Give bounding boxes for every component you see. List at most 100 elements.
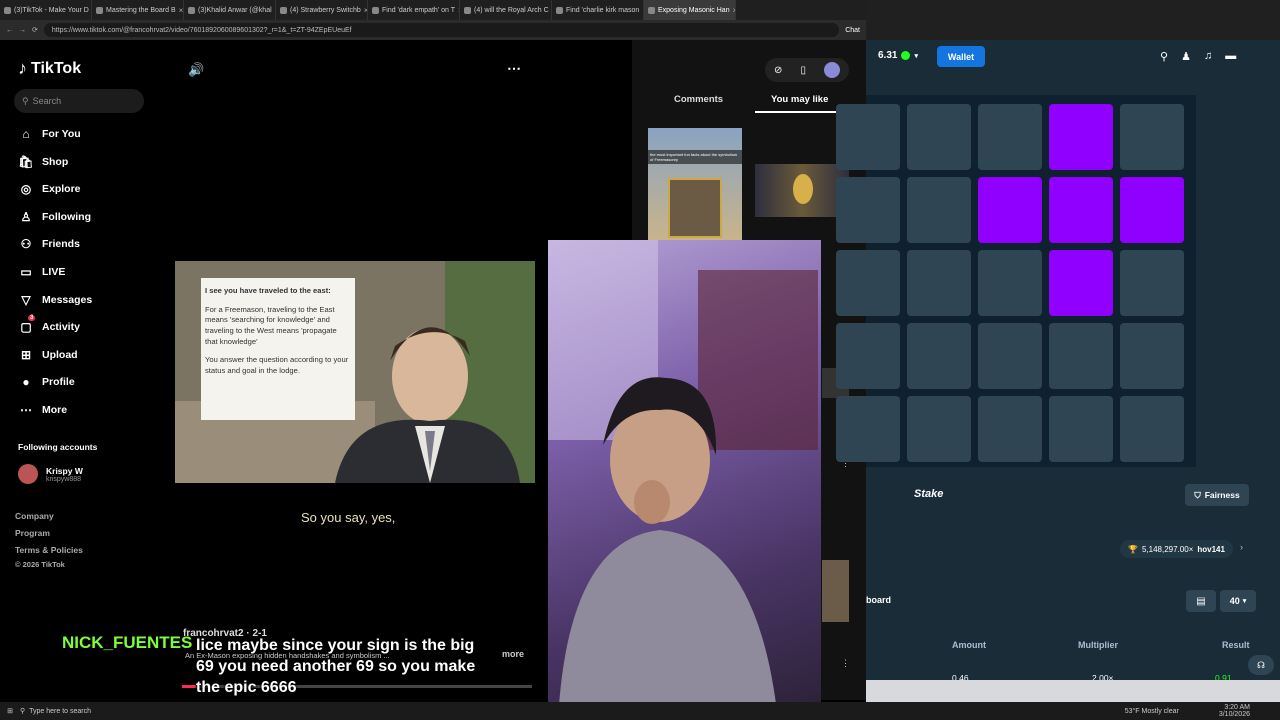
close-icon[interactable]: × bbox=[733, 6, 735, 15]
following-account-item[interactable]: Krispy W krispyw888 bbox=[18, 464, 83, 484]
sidebar-item-messages[interactable]: ▽ Messages bbox=[18, 293, 92, 307]
chat-username: NICK_FUENTES bbox=[62, 633, 193, 652]
mines-tile[interactable] bbox=[1120, 250, 1184, 316]
sidebar-item-shop[interactable]: 🛍 Shop bbox=[18, 155, 68, 169]
mines-tile[interactable] bbox=[1049, 323, 1113, 389]
clock[interactable]: 3:20 AM 3/10/2026 bbox=[1219, 704, 1250, 718]
mines-tile[interactable] bbox=[1049, 396, 1113, 462]
sidebar-item-activity[interactable]: ▢ 3 Activity bbox=[18, 315, 80, 335]
sidebar-item-label: LIVE bbox=[42, 266, 66, 278]
mines-tile[interactable] bbox=[907, 396, 971, 462]
clock-time: 3:20 AM bbox=[1224, 704, 1250, 711]
search-icon[interactable]: ⚲ bbox=[1160, 50, 1168, 63]
browser-tab[interactable]: Find 'dark empath' on T× bbox=[368, 0, 460, 20]
live-support-button[interactable]: ☊ bbox=[1248, 655, 1274, 675]
tab-label: Find 'dark empath' on T bbox=[382, 6, 455, 14]
forward-icon[interactable]: → bbox=[19, 27, 26, 34]
mines-tile[interactable] bbox=[1120, 177, 1184, 243]
mines-tile[interactable] bbox=[836, 396, 900, 462]
balance-display[interactable]: 6.31 ▾ bbox=[878, 50, 918, 61]
mines-tile[interactable] bbox=[978, 250, 1042, 316]
footer-terms[interactable]: Terms & Policies bbox=[15, 545, 83, 555]
weather-widget[interactable]: 53°F Mostly clear bbox=[1125, 708, 1179, 715]
mines-tile[interactable] bbox=[836, 104, 900, 170]
user-icon[interactable]: ♟ bbox=[1181, 50, 1191, 63]
mines-tile[interactable] bbox=[1120, 323, 1184, 389]
mines-tile[interactable] bbox=[1120, 104, 1184, 170]
rows-select[interactable]: 40 ▾ bbox=[1220, 590, 1256, 612]
bell-icon[interactable]: ♫ bbox=[1204, 50, 1212, 63]
table-icon: ▤ bbox=[1196, 595, 1206, 607]
sidebar-item-following[interactable]: ♙ Following bbox=[18, 210, 91, 224]
mines-tile[interactable] bbox=[978, 177, 1042, 243]
mines-tile[interactable] bbox=[836, 250, 900, 316]
browser-tab[interactable]: Exposing Masonic Han× bbox=[644, 0, 736, 20]
compass-icon[interactable]: ⊘ bbox=[774, 65, 782, 76]
sidebar-item-upload[interactable]: ⊞ Upload bbox=[18, 348, 78, 362]
chat-icon[interactable]: ▬ bbox=[1225, 50, 1236, 63]
browser-tab[interactable]: Find 'charlie kirk mason× bbox=[552, 0, 644, 20]
friends-icon: ⚇ bbox=[20, 237, 32, 252]
sidebar-item-profile[interactable]: ● Profile bbox=[18, 375, 74, 389]
url-input[interactable]: https://www.tiktok.com/@francohrvat2/vid… bbox=[43, 23, 840, 37]
mines-tile[interactable] bbox=[1049, 177, 1113, 243]
table-icon-button[interactable]: ▤ bbox=[1186, 590, 1216, 612]
mines-tile[interactable] bbox=[978, 104, 1042, 170]
close-icon[interactable]: × bbox=[179, 6, 183, 15]
sidebar-item-label: Shop bbox=[42, 155, 69, 168]
windows-start-icon[interactable]: ⊞ bbox=[0, 707, 20, 715]
chevron-down-icon: ▾ bbox=[1242, 598, 1247, 605]
more-options-icon[interactable]: ⋯ bbox=[507, 60, 521, 77]
mines-tile[interactable] bbox=[1049, 104, 1113, 170]
right-browser-chrome bbox=[866, 0, 1280, 40]
volume-icon[interactable]: 🔊 bbox=[188, 62, 204, 78]
chevron-right-icon[interactable]: › bbox=[1240, 542, 1243, 552]
tiktok-logo[interactable]: ♪ TikTok bbox=[18, 58, 81, 79]
browser-tab[interactable]: Mastering the Board B × bbox=[92, 0, 184, 20]
leaderboard-tab[interactable]: board bbox=[866, 595, 891, 605]
device-icon[interactable]: ▯ bbox=[800, 65, 806, 76]
sidebar-item-friends[interactable]: ⚇ Friends bbox=[18, 237, 80, 251]
description-more-link[interactable]: more bbox=[502, 649, 524, 659]
footer-company[interactable]: Company bbox=[15, 511, 54, 521]
more-options-icon[interactable]: ⋮ bbox=[841, 658, 850, 669]
mines-tile[interactable] bbox=[978, 323, 1042, 389]
sidebar-item-explore[interactable]: ◎ Explore bbox=[18, 182, 81, 196]
tab-favicon-icon bbox=[648, 6, 655, 14]
mines-tile[interactable] bbox=[978, 396, 1042, 462]
recommended-thumbnail-4[interactable] bbox=[822, 560, 849, 622]
search-input[interactable]: ⚲ Search bbox=[14, 89, 144, 113]
mines-tile[interactable] bbox=[907, 104, 971, 170]
fairness-button[interactable]: ⛉ Fairness bbox=[1185, 484, 1249, 506]
browser-tab[interactable]: (3)TikTok - Make Your D× bbox=[0, 0, 92, 20]
browser-tab[interactable]: (4) will the Royal Arch C× bbox=[460, 0, 552, 20]
browser-tab[interactable]: (4) Strawberry Switchb× bbox=[276, 0, 368, 20]
mines-tile[interactable] bbox=[907, 250, 971, 316]
sidebar-item-live[interactable]: ▭ LIVE bbox=[18, 265, 65, 279]
mines-tile[interactable] bbox=[907, 177, 971, 243]
taskbar-search[interactable]: ⚲ Type here to search bbox=[20, 707, 160, 716]
tab-comments[interactable]: Comments bbox=[674, 94, 723, 105]
coin-icon bbox=[901, 51, 911, 60]
mines-tile[interactable] bbox=[836, 177, 900, 243]
sidebar-item-for-you[interactable]: ⌂ For You bbox=[18, 127, 80, 141]
back-icon[interactable]: ← bbox=[6, 27, 13, 34]
big-win-badge[interactable]: 🏆 5,148,297.00× hov141 bbox=[1120, 540, 1233, 558]
mines-tile[interactable] bbox=[1049, 250, 1113, 316]
chat-button[interactable]: Chat bbox=[845, 27, 860, 34]
mines-tile[interactable] bbox=[907, 323, 971, 389]
tab-you-may-like[interactable]: You may like bbox=[771, 94, 828, 105]
mines-tile[interactable] bbox=[836, 323, 900, 389]
reload-icon[interactable]: ⟳ bbox=[32, 26, 38, 34]
footer-program[interactable]: Program bbox=[15, 528, 50, 538]
sidebar-item-more[interactable]: ⋯ More bbox=[18, 403, 67, 417]
activity-icon: ▢ bbox=[20, 320, 32, 335]
avatar[interactable] bbox=[823, 62, 840, 78]
browser-tab[interactable]: (3)Khalid Anwar (@khal× bbox=[184, 0, 276, 20]
wallet-button[interactable]: Wallet bbox=[937, 46, 985, 67]
recommended-thumbnail-2[interactable] bbox=[755, 164, 849, 217]
recommended-thumbnail[interactable]: the most important fun facts about the s… bbox=[648, 128, 742, 240]
tab-favicon-icon bbox=[280, 6, 287, 14]
mines-tile[interactable] bbox=[1120, 396, 1184, 462]
notification-badge: 3 bbox=[28, 315, 36, 322]
